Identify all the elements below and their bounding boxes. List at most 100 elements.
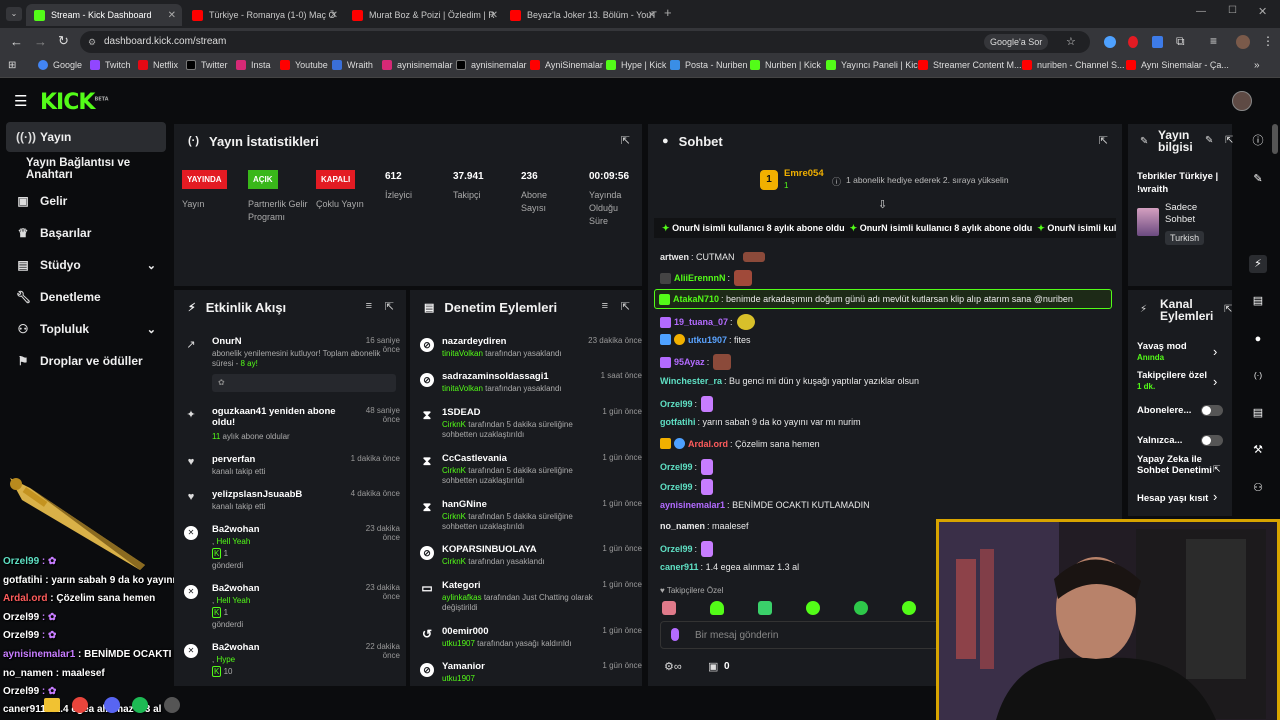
emote-button[interactable] bbox=[902, 601, 916, 615]
close-tab-icon[interactable]: ✕ bbox=[330, 10, 338, 21]
sidebar-item-denetleme[interactable]: 🔧︎ Denetleme bbox=[6, 282, 166, 312]
bookmark-posta[interactable]: Posta - Nuriben bbox=[670, 60, 748, 70]
bookmark-nuriben-channel[interactable]: nuriben - Channel S... bbox=[1022, 60, 1125, 70]
filter-icon[interactable]: ≡ bbox=[602, 300, 608, 312]
close-window-icon[interactable]: ✕ bbox=[1258, 5, 1267, 18]
ai-moderation-action[interactable]: Yapay Zeka ile Sohbet Denetimi bbox=[1137, 454, 1213, 476]
extension-icon[interactable] bbox=[1128, 36, 1138, 48]
chat-bubble-icon[interactable]: ● bbox=[1249, 330, 1267, 348]
site-info-icon[interactable]: ⚙ bbox=[88, 31, 96, 53]
kick-logo[interactable]: KICKBETA bbox=[40, 90, 109, 115]
emotes-only-toggle[interactable] bbox=[1201, 435, 1223, 446]
external-link-icon[interactable]: ⇱ bbox=[1213, 464, 1221, 475]
sidebar-item-yayin[interactable]: ((·)) Yayın bbox=[6, 122, 166, 152]
emote-button[interactable] bbox=[806, 601, 820, 615]
bookmark-yayinci-paneli[interactable]: Yayıncı Paneli | Kick bbox=[826, 60, 922, 70]
bookmark-twitter[interactable]: Twitter bbox=[186, 60, 228, 70]
back-icon[interactable]: ← bbox=[10, 34, 23, 49]
popout-icon[interactable]: ⇱ bbox=[621, 134, 630, 147]
close-tab-icon[interactable]: ✕ bbox=[490, 10, 498, 21]
bookmark-star-icon[interactable]: ☆ bbox=[1066, 31, 1076, 53]
sidebar-item-stream-key[interactable]: Yayın Bağlantısı ve Anahtarı bbox=[6, 154, 176, 184]
filter-icon[interactable]: ≡ bbox=[366, 300, 372, 312]
sidebar-item-basarilar[interactable]: ♛ Başarılar bbox=[6, 218, 166, 248]
chevron-down-icon[interactable]: ⌄ bbox=[147, 259, 156, 272]
browser-tab-match[interactable]: Türkiye - Romanya (1-0) Maç Ö ✕ bbox=[184, 4, 344, 26]
lightning-icon[interactable]: ⚡︎ bbox=[1249, 255, 1267, 273]
bookmark-aynisinemalar-x[interactable]: aynisinemalar bbox=[456, 60, 527, 70]
extensions-puzzle-icon[interactable]: ⧉ bbox=[1176, 34, 1185, 49]
edit-icon[interactable]: ✎ bbox=[1249, 170, 1267, 188]
clipboard-icon[interactable]: ▤ bbox=[1249, 292, 1267, 310]
bookmark-youtube[interactable]: Youtube bbox=[280, 60, 328, 70]
pinned-toggle-icon[interactable]: ⇩ bbox=[878, 198, 887, 211]
chevron-down-icon[interactable]: ⌄ bbox=[147, 323, 156, 336]
browser-tab-joker[interactable]: Beyaz'la Joker 13. Bölüm - YouT ✕ bbox=[502, 4, 662, 26]
file-explorer-icon[interactable] bbox=[44, 698, 60, 712]
sidebar-item-droplar[interactable]: ⚑ Droplar ve ödüller bbox=[6, 346, 166, 376]
subscribers-only-toggle[interactable] bbox=[1201, 405, 1223, 416]
sidebar-item-topluluk[interactable]: ⚇ Topluluk ⌄ bbox=[6, 314, 166, 344]
gift-icon[interactable]: ▣ bbox=[708, 660, 718, 673]
emote-button[interactable] bbox=[710, 601, 724, 615]
bookmark-insta[interactable]: Insta bbox=[236, 60, 271, 70]
chat-settings-icon[interactable]: ⚙∞ bbox=[664, 660, 682, 673]
browser-menu-icon[interactable]: ⋮ bbox=[1262, 34, 1274, 48]
popout-icon[interactable]: ⇱ bbox=[1099, 134, 1108, 147]
downloads-icon[interactable]: ≡ bbox=[1210, 34, 1217, 48]
bookmark-twitch[interactable]: Twitch bbox=[90, 60, 131, 70]
bookmark-aynisinemalar-insta[interactable]: aynisinemalar bbox=[382, 60, 453, 70]
edit-icon[interactable]: ✎ bbox=[1205, 135, 1213, 146]
emote-button[interactable] bbox=[758, 601, 772, 615]
minimize-icon[interactable]: — bbox=[1196, 6, 1206, 17]
popout-icon[interactable]: ⇱ bbox=[621, 300, 630, 313]
bookmark-streamer-content[interactable]: Streamer Content M... bbox=[918, 60, 1022, 70]
close-tab-icon[interactable]: ✕ bbox=[648, 10, 656, 21]
bookmark-ayni-sinemalar[interactable]: Aynı Sinemalar - Ça... bbox=[1126, 60, 1229, 70]
browser-tab-song[interactable]: Murat Boz & Poizi | Özledim | R ✕ bbox=[344, 4, 504, 26]
profile-avatar[interactable] bbox=[1236, 35, 1250, 49]
bookmark-netflix[interactable]: Netflix bbox=[138, 60, 178, 70]
bookmark-wraith[interactable]: Wraith bbox=[332, 60, 373, 70]
url-field[interactable]: ⚙ dashboard.kick.com/stream Google'a Sor… bbox=[80, 31, 1090, 53]
account-age-action[interactable]: Hesap yaşı kısıt bbox=[1137, 493, 1208, 504]
chevron-right-icon[interactable]: › bbox=[1213, 489, 1217, 504]
extension-icon[interactable] bbox=[1152, 36, 1163, 48]
emote-button[interactable] bbox=[662, 601, 676, 615]
wrench-icon[interactable]: ⚒ bbox=[1249, 441, 1267, 459]
reload-icon[interactable]: ↻ bbox=[58, 33, 69, 49]
followers-only-action[interactable]: Takipçilere özel 1 dk. bbox=[1137, 370, 1207, 392]
broadcast-icon[interactable]: (·) bbox=[1249, 367, 1267, 385]
bookmark-aynisinemalar-yt[interactable]: AyniSinemalar bbox=[530, 60, 603, 70]
close-tab-icon[interactable]: ✕ bbox=[168, 10, 176, 21]
sidebar-item-gelir[interactable]: ▣ Gelir bbox=[6, 186, 166, 216]
slow-mode-action[interactable]: Yavaş mod Anında bbox=[1137, 341, 1187, 363]
bookmark-google[interactable]: Google bbox=[38, 60, 82, 70]
new-tab-icon[interactable]: + bbox=[664, 5, 672, 20]
popout-icon[interactable]: ⇱ bbox=[1225, 135, 1233, 146]
discord-icon[interactable] bbox=[104, 697, 120, 713]
popout-icon[interactable]: ⇱ bbox=[1224, 304, 1232, 315]
chrome-icon[interactable] bbox=[72, 697, 88, 713]
info-icon[interactable]: ⓘ bbox=[1249, 132, 1267, 150]
sidebar-item-studyo[interactable]: ▤ Stüdyo ⌄ bbox=[6, 250, 166, 280]
user-avatar[interactable] bbox=[1232, 91, 1252, 111]
google-lens-button[interactable]: Google'a Sor bbox=[984, 34, 1049, 50]
popout-icon[interactable]: ⇱ bbox=[385, 300, 394, 313]
microphone-icon[interactable] bbox=[671, 628, 679, 641]
forward-icon[interactable]: → bbox=[34, 34, 47, 49]
spotify-icon[interactable] bbox=[132, 697, 148, 713]
chevron-right-icon[interactable]: › bbox=[1213, 374, 1217, 389]
chevron-right-icon[interactable]: › bbox=[1213, 344, 1217, 359]
more-bookmarks-icon[interactable]: » bbox=[1254, 60, 1260, 71]
browser-tab-kick[interactable]: Stream - Kick Dashboard ✕ bbox=[26, 4, 182, 26]
emote-button[interactable] bbox=[854, 601, 868, 615]
bookmark-nuriben-kick[interactable]: Nuriben | Kick bbox=[750, 60, 821, 70]
scrollbar[interactable] bbox=[1272, 124, 1278, 154]
hamburger-menu-icon[interactable]: ☰ bbox=[14, 92, 27, 110]
maximize-icon[interactable]: ☐ bbox=[1228, 5, 1237, 16]
community-icon[interactable]: ⚇ bbox=[1249, 479, 1267, 497]
clipboard-icon[interactable]: ▤ bbox=[1249, 404, 1267, 422]
obs-icon[interactable] bbox=[164, 697, 180, 713]
tab-search-icon[interactable]: ⌄ bbox=[6, 7, 22, 21]
